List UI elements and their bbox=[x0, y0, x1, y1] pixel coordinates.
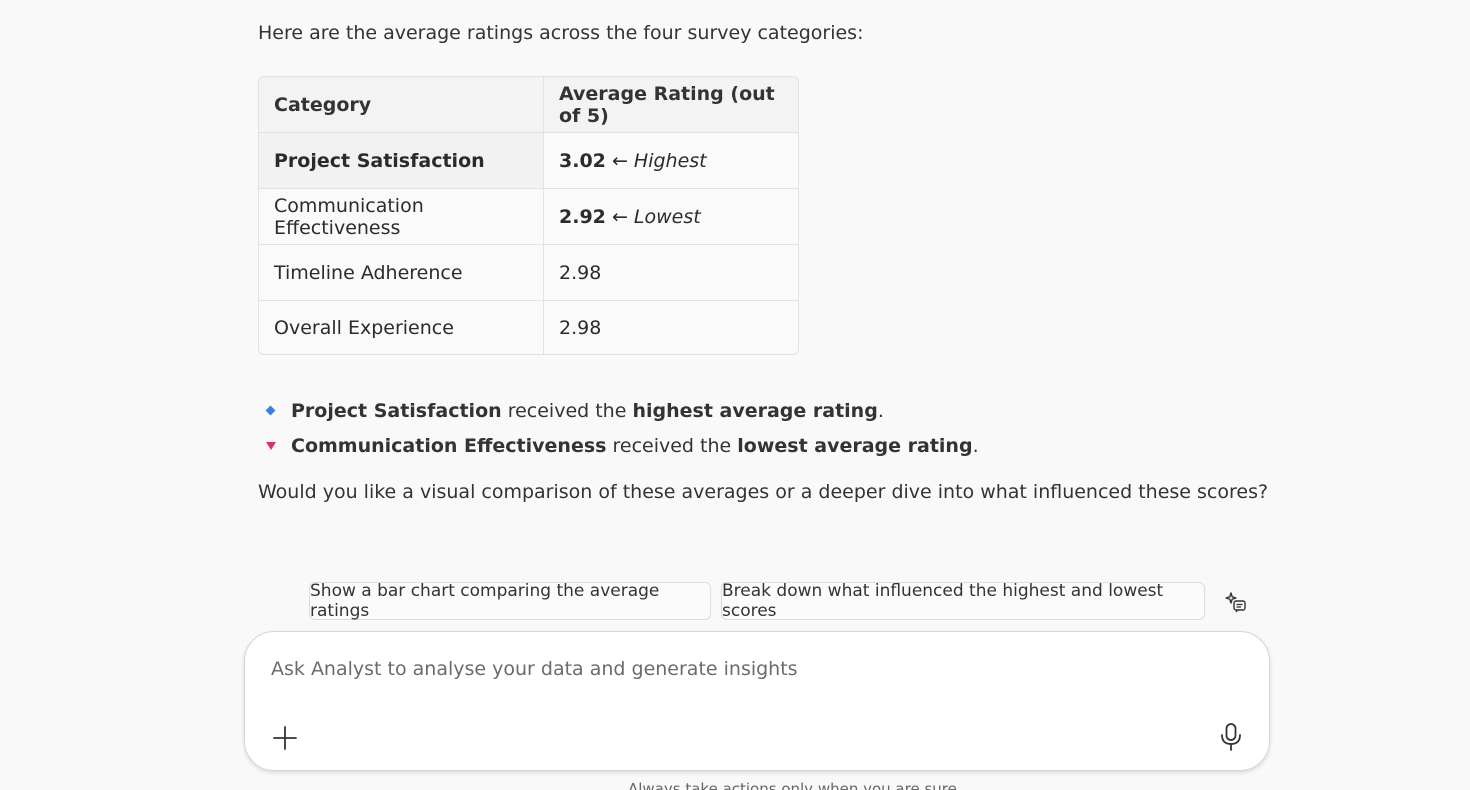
table-cell-rating: 2.98 bbox=[559, 261, 602, 284]
rating-value: 3.02 bbox=[559, 149, 606, 172]
list-item: Communication Effectiveness received the… bbox=[262, 428, 979, 463]
arrow-glyph: ← bbox=[611, 149, 628, 172]
suggestion-chip-bar-chart[interactable]: Show a bar chart comparing the average r… bbox=[309, 581, 711, 621]
table-header-row: Category Average Rating (out of 5) bbox=[259, 77, 798, 132]
rating-note: Highest bbox=[633, 149, 707, 172]
summary-list: Project Satisfaction received the highes… bbox=[262, 393, 979, 463]
suggestion-chip-breakdown[interactable]: Break down what influenced the highest a… bbox=[721, 581, 1205, 621]
rating-value: 2.92 bbox=[559, 205, 606, 228]
table-row: Timeline Adherence 2.98 bbox=[259, 244, 798, 300]
plus-icon[interactable] bbox=[271, 724, 299, 752]
table-header-rating: Average Rating (out of 5) bbox=[559, 82, 775, 127]
table-cell-rating: 2.92 ← Lowest bbox=[544, 189, 798, 244]
chat-stage: Here are the average ratings across the … bbox=[0, 0, 1470, 790]
arrow-glyph: ← bbox=[611, 205, 628, 228]
table-cell-rating: 2.98 bbox=[559, 316, 602, 339]
table-row: Project Satisfaction 3.02 ← Highest bbox=[259, 132, 798, 188]
triangle-down-icon bbox=[266, 441, 276, 450]
table-cell-category: Overall Experience bbox=[259, 301, 544, 354]
chat-composer bbox=[244, 631, 1270, 771]
table-header-category: Category bbox=[259, 77, 544, 132]
ratings-table: Category Average Rating (out of 5) Proje… bbox=[258, 76, 799, 355]
chat-input[interactable] bbox=[269, 652, 1233, 686]
microphone-icon[interactable] bbox=[1217, 722, 1245, 752]
table-cell-category: Communication Effectiveness bbox=[259, 189, 544, 244]
footnote-text: Always take actions only when you are su… bbox=[628, 780, 957, 790]
table-row: Overall Experience 2.98 bbox=[259, 300, 798, 354]
table-cell-category: Timeline Adherence bbox=[259, 245, 544, 300]
list-item: Project Satisfaction received the highes… bbox=[262, 393, 979, 428]
diamond-icon bbox=[265, 405, 276, 416]
table-row: Communication Effectiveness 2.92 ← Lowes… bbox=[259, 188, 798, 244]
bullet-text: Communication Effectiveness received the… bbox=[291, 434, 979, 457]
sparkle-chat-icon[interactable] bbox=[1222, 590, 1248, 616]
intro-text: Here are the average ratings across the … bbox=[258, 22, 864, 44]
follow-up-question: Would you like a visual comparison of th… bbox=[258, 481, 1269, 503]
bullet-text: Project Satisfaction received the highes… bbox=[291, 399, 884, 422]
table-cell-rating: 3.02 ← Highest bbox=[544, 133, 798, 188]
rating-note: Lowest bbox=[633, 205, 701, 228]
table-cell-category: Project Satisfaction bbox=[259, 133, 544, 188]
